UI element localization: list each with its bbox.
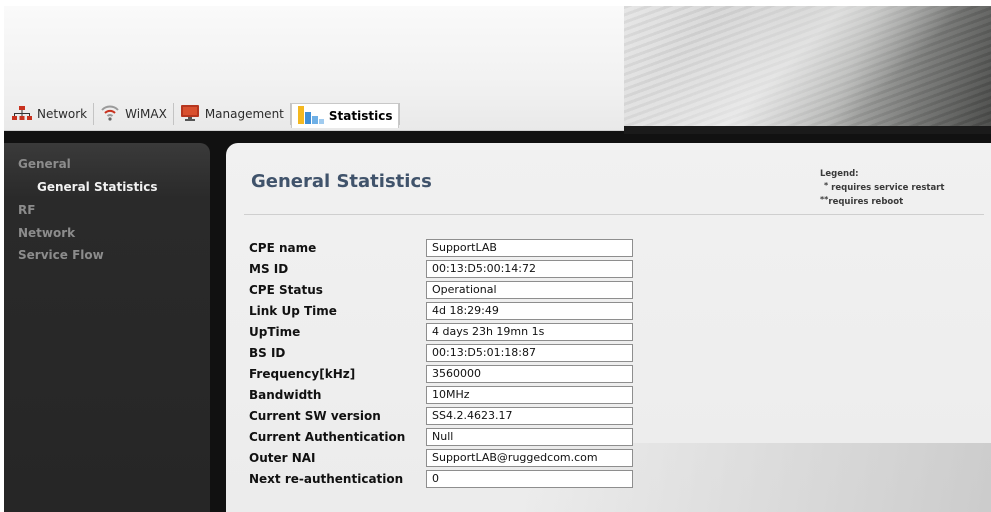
header-banner-image (624, 6, 991, 130)
cpe-name-label: CPE name (249, 241, 317, 255)
bs-id-label: BS ID (249, 346, 286, 360)
legend-reboot-text: requires reboot (828, 197, 904, 207)
app-frame: Network WiMAX Management Statistics Gene… (4, 6, 991, 512)
uptime-field: 4 days 23h 19mn 1s (426, 323, 633, 341)
tab-management-label: Management (204, 107, 284, 121)
legend-restart: * requires service restart (820, 180, 944, 194)
next-reauth-field: 0 (426, 470, 633, 488)
stat-row: MS ID 00:13:D5:00:14:72 (249, 259, 649, 280)
cpe-name-field: SupportLAB (426, 239, 633, 257)
stat-row: Current SW version SS4.2.4623.17 (249, 406, 649, 427)
outer-nai-label: Outer NAI (249, 451, 316, 465)
stat-row: UpTime 4 days 23h 19mn 1s (249, 322, 649, 343)
legend: Legend: * requires service restart **req… (820, 169, 944, 208)
tab-wimax-label: WiMAX (125, 107, 167, 121)
legend-reboot: **requires reboot (820, 194, 944, 208)
stat-row: Frequency[kHz] 3560000 (249, 364, 649, 385)
tab-divider (399, 103, 401, 125)
authentication-label: Current Authentication (249, 430, 406, 444)
legend-title: Legend: (820, 169, 859, 179)
sw-version-field: SS4.2.4623.17 (426, 407, 633, 425)
uptime-label: UpTime (249, 325, 301, 339)
stat-row: BS ID 00:13:D5:01:18:87 (249, 343, 649, 364)
legend-restart-text: requires service restart (831, 183, 945, 193)
bs-id-field: 00:13:D5:01:18:87 (426, 344, 633, 362)
tab-management[interactable]: Management (174, 101, 290, 127)
stat-row: Outer NAI SupportLAB@ruggedcom.com (249, 448, 649, 469)
bandwidth-label: Bandwidth (249, 388, 322, 402)
sidebar-item-general-statistics[interactable]: General Statistics (37, 180, 158, 194)
tab-wimax[interactable]: WiMAX (94, 101, 173, 127)
legend-restart-mark: * (824, 181, 829, 190)
stat-row: Next re-authentication 0 (249, 469, 649, 490)
main-tabs: Network WiMAX Management Statistics (6, 100, 401, 128)
frequency-field: 3560000 (426, 365, 633, 383)
sw-version-label: Current SW version (249, 409, 381, 423)
tab-network-label: Network (37, 107, 88, 121)
monitor-icon (180, 104, 200, 125)
stat-row: Current Authentication Null (249, 427, 649, 448)
outer-nai-field: SupportLAB@ruggedcom.com (426, 449, 633, 467)
sidebar: General General Statistics RF Network Se… (4, 143, 210, 512)
tab-network[interactable]: Network (6, 101, 93, 127)
next-reauth-label: Next re-authentication (249, 472, 404, 486)
cpe-status-field: Operational (426, 281, 633, 299)
bar-chart-icon (297, 104, 324, 127)
content-panel: General Statistics Legend: * requires se… (226, 143, 991, 512)
cpe-status-label: CPE Status (249, 283, 323, 297)
stat-row: CPE name SupportLAB (249, 238, 649, 259)
header: Network WiMAX Management Statistics (4, 6, 991, 134)
sidebar-item-service-flow[interactable]: Service Flow (18, 248, 104, 262)
link-up-time-label: Link Up Time (249, 304, 337, 318)
stat-row: CPE Status Operational (249, 280, 649, 301)
stat-row: Link Up Time 4d 18:29:49 (249, 301, 649, 322)
network-icon (12, 105, 32, 124)
ms-id-label: MS ID (249, 262, 289, 276)
frequency-label: Frequency[kHz] (249, 367, 356, 381)
title-divider (244, 214, 984, 215)
wifi-icon (100, 104, 120, 125)
stat-row: Bandwidth 10MHz (249, 385, 649, 406)
sidebar-item-general[interactable]: General (18, 157, 71, 171)
page-title: General Statistics (251, 171, 432, 192)
ms-id-field: 00:13:D5:00:14:72 (426, 260, 633, 278)
tab-statistics[interactable]: Statistics (290, 102, 400, 128)
sidebar-item-network[interactable]: Network (18, 226, 75, 240)
sidebar-item-rf[interactable]: RF (18, 203, 35, 217)
bandwidth-field: 10MHz (426, 386, 633, 404)
authentication-field: Null (426, 428, 633, 446)
tab-statistics-label: Statistics (328, 108, 393, 123)
link-up-time-field: 4d 18:29:49 (426, 302, 633, 320)
header-banner-strip (624, 126, 991, 134)
